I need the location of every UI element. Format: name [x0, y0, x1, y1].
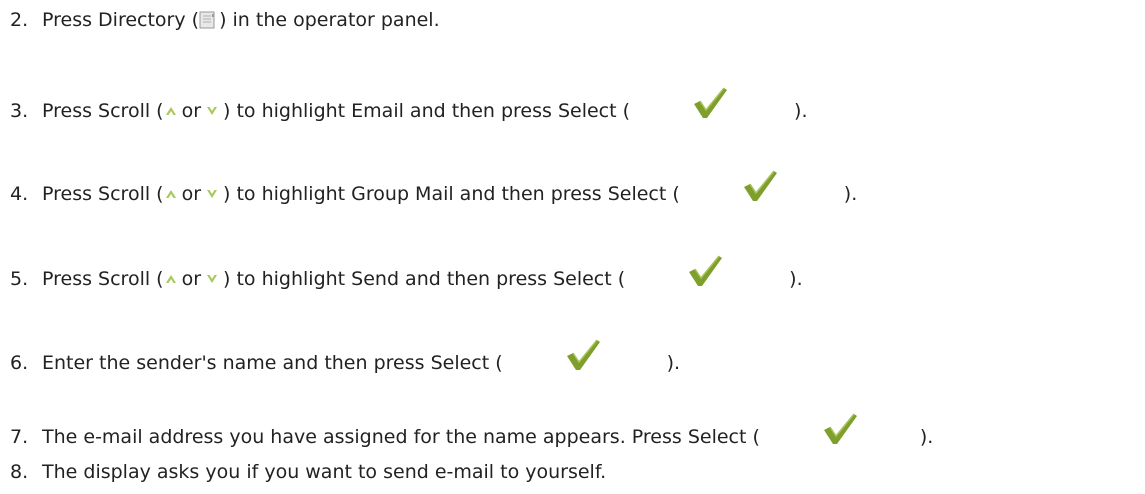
step-4: 4. Press Scroll ( or ) to highlight Grou… [10, 170, 858, 211]
select-checkmark-icon [740, 169, 780, 203]
step-text: ). [794, 100, 808, 122]
step-2: 2. Press Directory ( ) in the operator p… [10, 8, 440, 32]
scroll-down-icon [205, 104, 219, 118]
step-number: 4. [10, 183, 29, 205]
select-checkmark-icon [563, 338, 603, 372]
or-text: or [181, 268, 202, 290]
step-text: ) to highlight Email and then press Sele… [223, 100, 631, 122]
step-text: The display asks you if you want to send… [42, 461, 607, 483]
step-text: ). [789, 268, 803, 290]
scroll-down-icon [205, 272, 219, 286]
step-5: 5. Press Scroll ( or ) to highlight Send… [10, 255, 803, 296]
step-number: 5. [10, 268, 29, 290]
step-text: ) to highlight Send and then press Selec… [223, 268, 626, 290]
step-number: 6. [10, 352, 29, 374]
step-text: ) to highlight Group Mail and then press… [223, 183, 680, 205]
select-checkmark-icon [820, 412, 860, 446]
or-text: or [181, 183, 202, 205]
step-text: The e-mail address you have assigned for… [42, 426, 760, 448]
select-checkmark-icon [685, 254, 725, 288]
scroll-up-icon [164, 187, 178, 201]
step-text: Enter the sender's name and then press S… [42, 352, 503, 374]
select-checkmark-icon [690, 86, 730, 120]
directory-icon [199, 11, 215, 29]
step-text: Press Scroll ( [42, 100, 164, 122]
scroll-down-icon [205, 187, 219, 201]
step-number: 3. [10, 100, 29, 122]
step-text: ). [666, 352, 681, 374]
step-text: Press Directory ( [42, 9, 200, 31]
step-8: 8. The display asks you if you want to s… [10, 460, 606, 484]
step-text: ). [843, 183, 858, 205]
step-number: 8. [10, 461, 29, 483]
step-number: 2. [10, 9, 29, 31]
scroll-up-icon [164, 104, 178, 118]
step-text: Press Scroll ( [42, 183, 164, 205]
step-number: 7. [10, 426, 29, 448]
step-7: 7. The e-mail address you have assigned … [10, 413, 934, 454]
scroll-up-icon [164, 272, 178, 286]
step-3: 3. Press Scroll ( or ) to highlight Emai… [10, 87, 808, 128]
or-text: or [181, 100, 202, 122]
step-text: ). [919, 426, 934, 448]
step-6: 6. Enter the sender's name and then pres… [10, 339, 681, 380]
step-text: ) in the operator panel. [219, 9, 440, 31]
step-text: Press Scroll ( [42, 268, 164, 290]
